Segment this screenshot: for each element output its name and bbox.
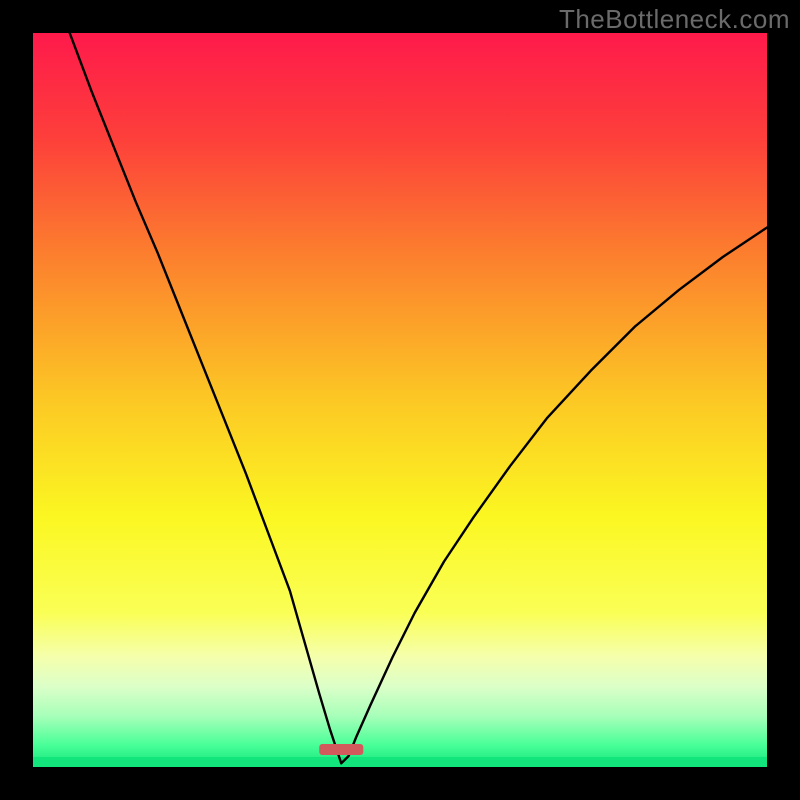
gradient-background — [33, 33, 767, 767]
chart-svg — [33, 33, 767, 767]
baseline-strip — [33, 757, 767, 767]
target-marker — [319, 744, 363, 755]
watermark-text: TheBottleneck.com — [559, 4, 790, 35]
plot-area — [33, 33, 767, 767]
chart-outer-frame: TheBottleneck.com — [0, 0, 800, 800]
